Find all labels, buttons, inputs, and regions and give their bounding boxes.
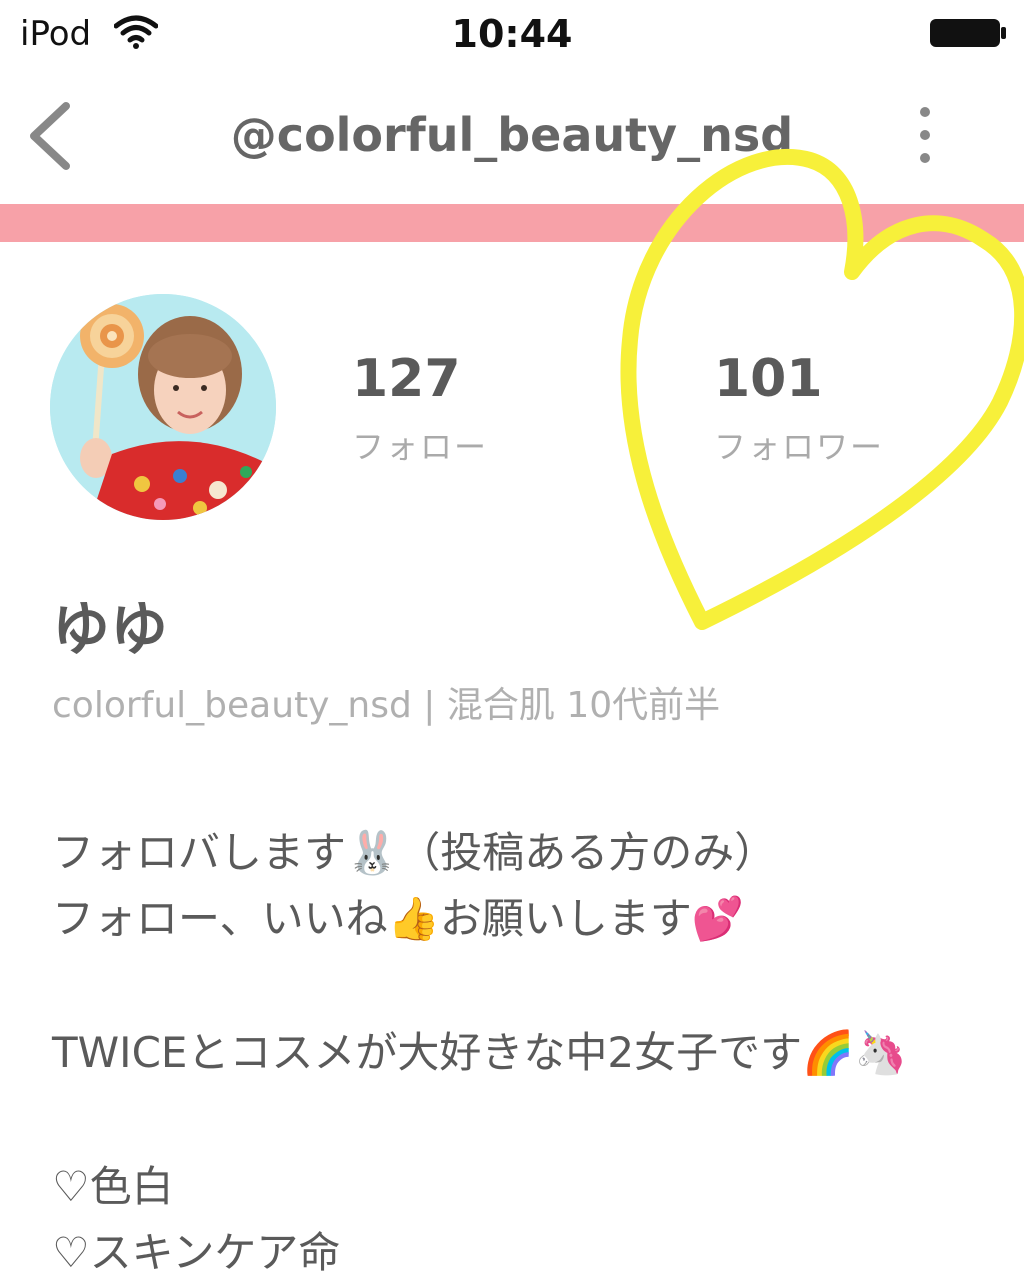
bio-spacer bbox=[52, 1086, 907, 1154]
profile-meta: colorful_beauty_nsd | 混合肌 10代前半 bbox=[52, 685, 721, 726]
more-icon[interactable] bbox=[908, 104, 942, 166]
bio-line: ♡色白 bbox=[52, 1162, 174, 1211]
following-count: 127 bbox=[352, 349, 461, 409]
accent-bar bbox=[0, 204, 1024, 242]
bio: フォロバします🐰（投稿ある方のみ） フォロー、いいね👍お願いします💕 TWICE… bbox=[52, 820, 907, 1280]
bio-line: ♡スキンケア命 bbox=[52, 1228, 341, 1277]
avatar-image bbox=[50, 294, 276, 520]
battery-icon bbox=[930, 19, 1006, 47]
status-time: 10:44 bbox=[451, 12, 573, 56]
followers-stat[interactable]: 101 フォロワー bbox=[714, 350, 884, 468]
bio-spacer bbox=[52, 952, 907, 1020]
following-label: フォロー bbox=[352, 428, 489, 466]
followers-label: フォロワー bbox=[714, 428, 885, 466]
bio-line: フォロバします🐰（投稿ある方のみ） bbox=[52, 828, 777, 877]
bio-line: TWICEとコスメが大好きな中2女子です🌈🦄 bbox=[52, 1028, 907, 1077]
followers-count: 101 bbox=[714, 349, 823, 409]
bio-line: フォロー、いいね👍お願いします💕 bbox=[52, 894, 745, 943]
display-name: ゆゆ bbox=[52, 595, 169, 663]
nav-bar: @colorful_beauty_nsd bbox=[0, 70, 1024, 204]
profile-screen: iPod 10:44 @colorful_beauty_nsd 127 フォロー… bbox=[0, 0, 1024, 1280]
avatar[interactable] bbox=[50, 294, 276, 520]
page-title: @colorful_beauty_nsd bbox=[230, 108, 794, 162]
following-stat[interactable]: 127 フォロー bbox=[352, 350, 488, 468]
status-bar: iPod 10:44 bbox=[0, 0, 1024, 70]
